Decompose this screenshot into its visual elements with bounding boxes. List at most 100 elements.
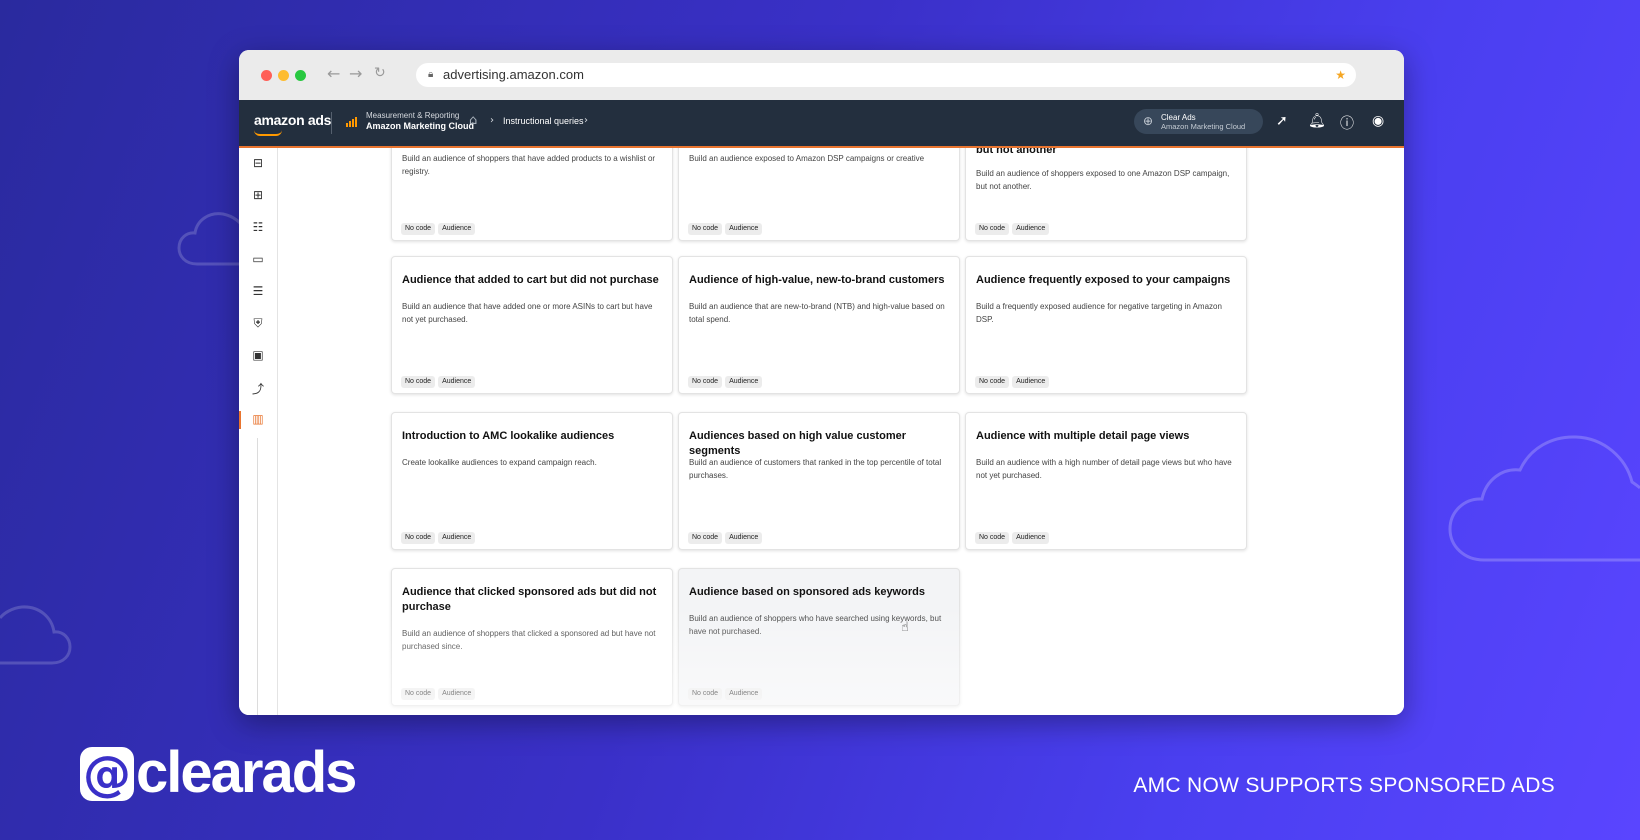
bell-icon[interactable]: 🔔︎ xyxy=(1308,113,1326,129)
tag-audience: Audience xyxy=(725,376,763,388)
card-description: Build an audience exposed to Amazon DSP … xyxy=(689,154,925,163)
chevron-right-icon: › xyxy=(490,115,494,126)
tag-no-code: No code xyxy=(975,223,1010,235)
audiences-icon[interactable]: ☷ xyxy=(250,220,266,234)
card-description: Build an audience that are new-to-brand … xyxy=(689,302,945,324)
card-description: Build an audience of shoppers who have s… xyxy=(689,614,942,636)
card-tags: No code Audience xyxy=(975,217,1052,235)
query-card[interactable]: Audience of high-value, new-to-brand cus… xyxy=(678,256,960,394)
account-name: Clear Ads xyxy=(1161,113,1196,122)
media-gallery-icon[interactable]: ▣ xyxy=(250,348,266,362)
card-description: Build an audience of shoppers that have … xyxy=(402,154,656,176)
card-description: Build a frequently exposed audience for … xyxy=(976,302,1222,324)
minimize-window-button[interactable] xyxy=(278,70,289,81)
amazon-ads-logo[interactable]: amazon ads xyxy=(254,112,331,128)
rocket-icon[interactable]: ➚ xyxy=(1276,113,1288,129)
tag-audience: Audience xyxy=(438,376,476,388)
query-card[interactable]: Audience frequently exposed to your camp… xyxy=(965,256,1247,394)
shield-icon[interactable]: ⛨ xyxy=(250,316,266,331)
query-card[interactable]: Audience based on sponsored ads keywords… xyxy=(678,568,960,706)
sidebar-divider xyxy=(257,438,258,715)
tag-audience: Audience xyxy=(1012,532,1050,544)
card-description: Build an audience of shoppers exposed to… xyxy=(976,169,1230,191)
breadcrumb-instructional-queries[interactable]: Instructional queries xyxy=(503,116,584,126)
lock-icon: 🔒︎ xyxy=(428,69,434,80)
amazon-ads-header: amazon ads Measurement & Reporting Amazo… xyxy=(239,100,1404,148)
tag-no-code: No code xyxy=(401,688,436,700)
tag-no-code: No code xyxy=(975,532,1010,544)
card-description: Build an audience of customers that rank… xyxy=(689,458,942,480)
card-title: Audience frequently exposed to your camp… xyxy=(976,274,1231,286)
card-title: Audience with multiple detail page views xyxy=(976,430,1190,442)
card-tags: No code Audience xyxy=(401,682,478,700)
tag-audience: Audience xyxy=(725,532,763,544)
url-text: advertising.amazon.com xyxy=(443,67,584,82)
forward-arrow-icon[interactable]: → xyxy=(349,64,362,83)
left-sidebar: ⊟ ⊞ ☷ ▭ ☰ ⛨ ▣ ⤴ ▥ xyxy=(239,148,278,715)
query-card[interactable]: but not another Build an audience of sho… xyxy=(965,148,1247,241)
clearads-wordmark: clearads xyxy=(136,740,357,805)
help-icon[interactable]: ⓘ xyxy=(1340,113,1354,133)
tag-audience: Audience xyxy=(725,688,763,700)
amazon-smile-icon xyxy=(254,130,282,136)
query-card[interactable]: Audience that clicked sponsored ads but … xyxy=(391,568,673,706)
section-title[interactable]: Amazon Marketing Cloud xyxy=(366,121,474,131)
query-card[interactable]: Build an audience exposed to Amazon DSP … xyxy=(678,148,960,241)
user-profile-icon[interactable]: ◉ xyxy=(1372,113,1384,129)
card-title: Audience of high-value, new-to-brand cus… xyxy=(689,274,945,286)
browser-toolbar: ← → ↻ 🔒︎ advertising.amazon.com ★ xyxy=(239,50,1404,100)
tag-no-code: No code xyxy=(401,376,436,388)
close-window-button[interactable] xyxy=(261,70,272,81)
tag-no-code: No code xyxy=(688,532,723,544)
tag-audience: Audience xyxy=(438,223,476,235)
campaign-list-icon[interactable]: ☰ xyxy=(250,284,266,298)
tag-no-code: No code xyxy=(401,223,436,235)
card-tags: No code Audience xyxy=(688,526,765,544)
maximize-window-button[interactable] xyxy=(295,70,306,81)
query-card[interactable]: Audience with multiple detail page views… xyxy=(965,412,1247,550)
query-card[interactable]: Build an audience of shoppers that have … xyxy=(391,148,673,241)
trend-chart-icon[interactable]: ⤴ xyxy=(250,380,266,397)
card-description: Create lookalike audiences to expand cam… xyxy=(402,458,597,467)
query-card[interactable]: Audience that added to cart but did not … xyxy=(391,256,673,394)
at-symbol-icon: @ xyxy=(83,746,131,802)
card-tags: No code Audience xyxy=(688,217,765,235)
tag-audience: Audience xyxy=(725,223,763,235)
address-bar[interactable]: 🔒︎ advertising.amazon.com ★ xyxy=(416,63,1356,87)
tag-no-code: No code xyxy=(688,376,723,388)
bookmark-star-icon[interactable]: ★ xyxy=(1335,63,1346,87)
tag-no-code: No code xyxy=(975,376,1010,388)
cloud-decoration-left xyxy=(177,212,245,266)
measurement-bars-icon[interactable]: ▥ xyxy=(250,412,266,426)
reporting-chart-icon xyxy=(346,117,358,127)
tag-audience: Audience xyxy=(1012,223,1050,235)
cloud-decoration-bottom-left xyxy=(0,605,72,665)
card-description: Build an audience of shoppers that click… xyxy=(402,629,656,651)
wallet-icon[interactable]: ▭ xyxy=(250,252,266,266)
card-tags: No code Audience xyxy=(401,526,478,544)
query-card[interactable]: Audiences based on high value customer s… xyxy=(678,412,960,550)
tag-no-code: No code xyxy=(401,532,436,544)
card-tags: No code Audience xyxy=(401,370,478,388)
tag-no-code: No code xyxy=(688,223,723,235)
dashboard-grid-icon[interactable]: ⊞ xyxy=(250,188,266,202)
account-switcher[interactable]: ⊕ Clear Ads Amazon Marketing Cloud xyxy=(1134,109,1263,134)
query-card[interactable]: Introduction to AMC lookalike audiences … xyxy=(391,412,673,550)
query-gallery: Build an audience of shoppers that have … xyxy=(278,148,1404,715)
tag-audience: Audience xyxy=(438,688,476,700)
card-tags: No code Audience xyxy=(401,217,478,235)
home-icon[interactable]: ⌂ xyxy=(469,113,477,128)
card-title: Audience that added to cart but did not … xyxy=(402,274,659,286)
card-title: Audiences based on high value customer s… xyxy=(689,430,906,457)
back-arrow-icon[interactable]: ← xyxy=(327,64,340,83)
tag-audience: Audience xyxy=(438,532,476,544)
tag-audience: Audience xyxy=(1012,376,1050,388)
briefcase-icon[interactable]: ⊟ xyxy=(250,156,266,170)
browser-window: ← → ↻ 🔒︎ advertising.amazon.com ★ amazon… xyxy=(239,50,1404,715)
reload-icon[interactable]: ↻ xyxy=(374,65,386,81)
card-title: Introduction to AMC lookalike audiences xyxy=(402,430,615,442)
card-tags: No code Audience xyxy=(975,370,1052,388)
card-title: but not another xyxy=(976,148,1057,156)
tag-no-code: No code xyxy=(688,688,723,700)
card-description: Build an audience with a high number of … xyxy=(976,458,1232,480)
